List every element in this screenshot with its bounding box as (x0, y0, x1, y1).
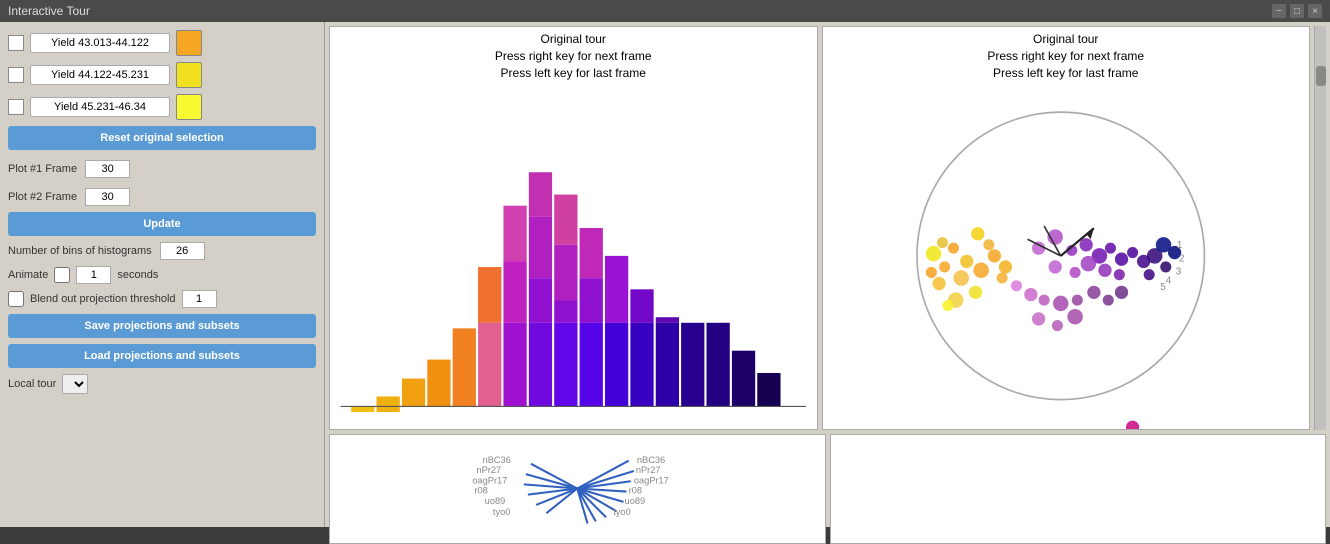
yield-1-checkbox[interactable] (8, 35, 24, 51)
svg-text:tyo0: tyo0 (493, 507, 510, 517)
close-button[interactable]: × (1308, 4, 1322, 18)
plot2-frame-input[interactable] (85, 188, 130, 206)
svg-text:oagPr17: oagPr17 (634, 475, 669, 485)
yield-3-label: Yield 45.231-46.34 (30, 97, 170, 117)
load-projections-button[interactable]: Load projections and subsets (8, 344, 316, 368)
scrollbar-thumb[interactable] (1316, 66, 1326, 86)
save-projections-button[interactable]: Save projections and subsets (8, 314, 316, 338)
yield-3-checkbox[interactable] (8, 99, 24, 115)
yield-2-color[interactable] (176, 62, 202, 88)
window-controls: − □ × (1272, 4, 1322, 18)
update-button[interactable]: Update (8, 212, 316, 236)
main-layout: Yield 43.013-44.122 Yield 44.122-45.231 … (0, 22, 1330, 527)
local-tour-label: Local tour (8, 378, 56, 390)
top-plots-row: Original tour Press right key for next f… (329, 26, 1326, 430)
bins-row: Number of bins of histograms (8, 242, 316, 260)
title-bar: Interactive Tour − □ × (0, 0, 1330, 22)
plot-top-right-title: Original tour Press right key for next f… (987, 27, 1144, 83)
svg-text:5: 5 (1160, 283, 1166, 294)
svg-text:nPr27: nPr27 (636, 465, 661, 475)
histogram-svg (330, 83, 817, 429)
svg-text:nBC36: nBC36 (483, 455, 511, 465)
yield-row-2: Yield 44.122-45.231 (8, 62, 316, 88)
plot-top-left: Original tour Press right key for next f… (329, 26, 818, 430)
content-area: Original tour Press right key for next f… (325, 22, 1330, 527)
bins-label: Number of bins of histograms (8, 245, 152, 257)
maximize-button[interactable]: □ (1290, 4, 1304, 18)
bottom-plots-row: nBC36 nPr27 oagPr17 r08 uo89 tyo0 nBC36 … (329, 434, 1326, 544)
animate-input[interactable] (76, 266, 111, 284)
plot-top-left-title: Original tour Press right key for next f… (495, 27, 652, 83)
svg-text:2: 2 (1179, 254, 1185, 265)
svg-text:4: 4 (1165, 276, 1171, 287)
minimize-button[interactable]: − (1272, 4, 1286, 18)
svg-text:tyo0: tyo0 (613, 507, 630, 517)
yield-2-checkbox[interactable] (8, 67, 24, 83)
blend-row: Blend out projection threshold (8, 290, 316, 308)
scrollbar[interactable] (1314, 26, 1326, 430)
svg-text:uo89: uo89 (485, 496, 506, 506)
plot-bottom-right (830, 434, 1327, 544)
animate-label: Animate (8, 269, 48, 281)
plot1-frame-input[interactable] (85, 160, 130, 178)
svg-text:1: 1 (1176, 241, 1182, 252)
blend-label: Blend out projection threshold (30, 293, 176, 305)
animate-seconds-label: seconds (117, 269, 158, 281)
blend-input[interactable] (182, 290, 217, 308)
bins-input[interactable] (160, 242, 205, 260)
sidebar: Yield 43.013-44.122 Yield 44.122-45.231 … (0, 22, 325, 527)
yield-1-label: Yield 43.013-44.122 (30, 33, 170, 53)
yield-1-color[interactable] (176, 30, 202, 56)
svg-text:nBC36: nBC36 (637, 455, 665, 465)
tour-canvas: 1 2 3 4 5 (823, 83, 1310, 429)
plot-bottom-left: nBC36 nPr27 oagPr17 r08 uo89 tyo0 nBC36 … (329, 434, 826, 544)
svg-text:nPr27: nPr27 (476, 465, 501, 475)
plot1-frame-label: Plot #1 Frame (8, 163, 77, 175)
yield-3-color[interactable] (176, 94, 202, 120)
reset-selection-button[interactable]: Reset original selection (8, 126, 316, 150)
plot2-frame-row: Plot #2 Frame (8, 188, 316, 206)
yield-2-label: Yield 44.122-45.231 (30, 65, 170, 85)
yield-row-1: Yield 43.013-44.122 (8, 30, 316, 56)
plot-top-right: Original tour Press right key for next f… (822, 26, 1311, 430)
svg-text:r08: r08 (629, 486, 642, 496)
svg-text:3: 3 (1175, 267, 1181, 278)
svg-text:uo89: uo89 (625, 496, 646, 506)
local-tour-select[interactable] (62, 374, 88, 394)
tour-svg: 1 2 3 4 5 (823, 83, 1310, 429)
yield-row-3: Yield 45.231-46.34 (8, 94, 316, 120)
svg-text:r08: r08 (474, 486, 487, 496)
histogram-canvas (330, 83, 817, 429)
animate-checkbox[interactable] (54, 267, 70, 283)
local-tour-row: Local tour (8, 374, 316, 394)
svg-text:oagPr17: oagPr17 (472, 475, 507, 485)
plot1-frame-row: Plot #1 Frame (8, 160, 316, 178)
blend-checkbox[interactable] (8, 291, 24, 307)
app-title: Interactive Tour (8, 4, 90, 18)
animate-row: Animate seconds (8, 266, 316, 284)
plot2-frame-label: Plot #2 Frame (8, 191, 77, 203)
